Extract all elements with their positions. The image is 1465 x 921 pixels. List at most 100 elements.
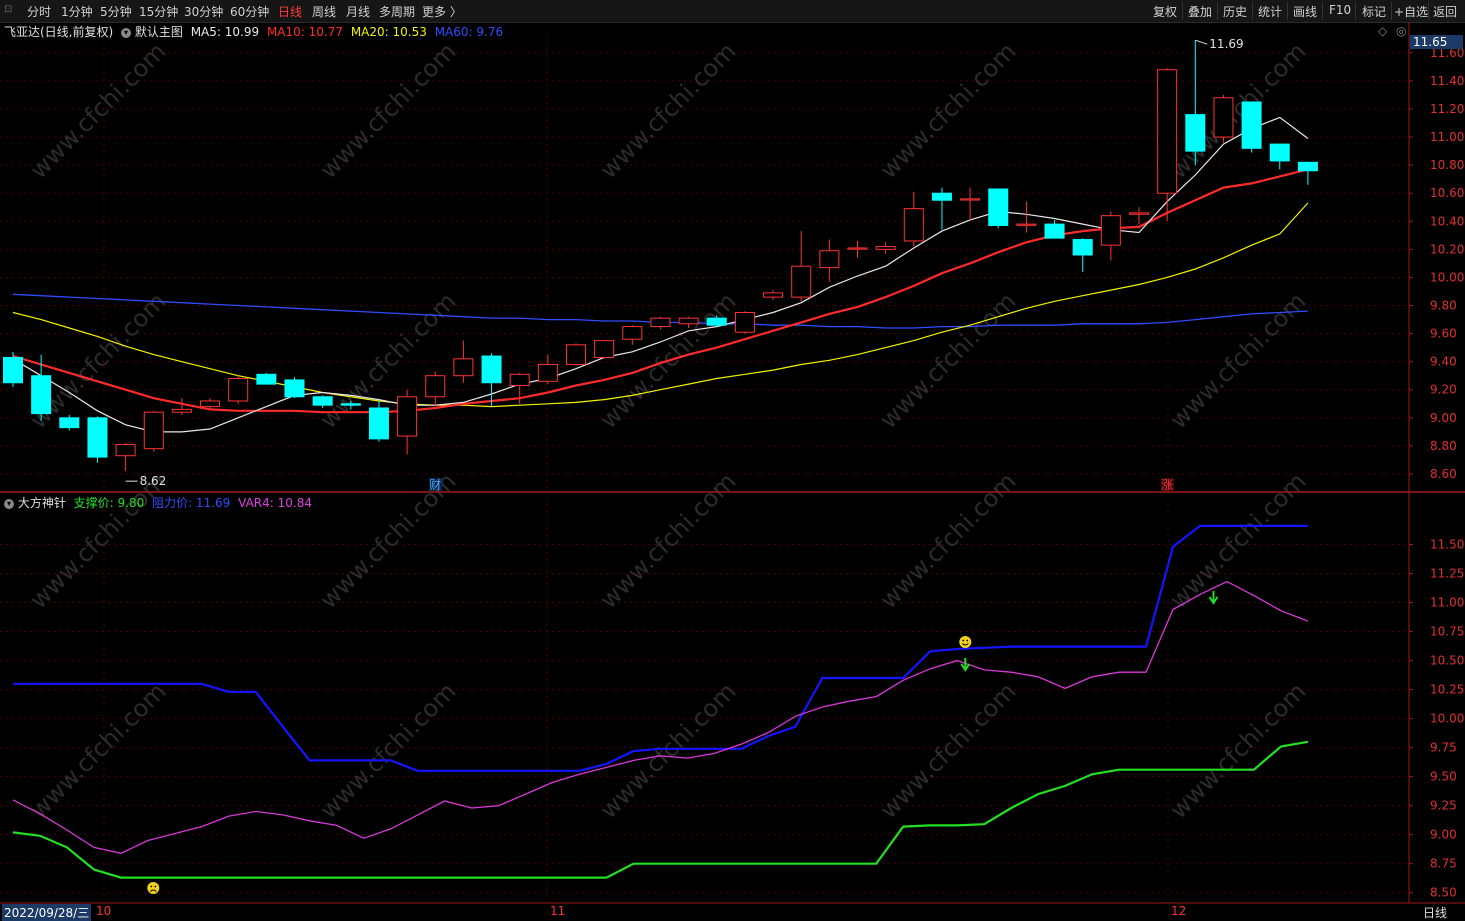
candle — [3, 351, 23, 387]
month-label-oct: 10 — [96, 904, 112, 918]
main-y-tick-label: 11.40 — [1430, 74, 1464, 88]
sell-arrow-icon — [960, 658, 971, 672]
indicator-name[interactable]: 大方神针 — [18, 496, 66, 510]
watermark-text: www.cfchi.com — [594, 37, 741, 184]
candle — [537, 354, 558, 385]
sad-face-icon-eye — [150, 885, 153, 888]
candle — [566, 343, 586, 366]
main-y-tick-label: 10.40 — [1430, 214, 1464, 228]
ma10-label: MA10: 10.77 — [266, 25, 343, 39]
candle-body — [1100, 215, 1121, 246]
candle-body — [425, 375, 446, 398]
main-y-tick-label: 9.60 — [1430, 327, 1457, 341]
ma5-label: MA5: 10.99 — [190, 25, 260, 39]
candle-body — [453, 358, 474, 377]
candle — [791, 231, 812, 302]
diamond-icon[interactable]: ◇ — [1378, 24, 1387, 38]
candle — [1213, 94, 1234, 143]
resistance-label: 阻力价: 11.69 — [152, 496, 231, 510]
smile-face-icon-eye — [962, 639, 965, 642]
sad-face-icon-face — [147, 882, 160, 894]
watermark-text: www.cfchi.com — [874, 287, 1021, 434]
candle-body — [1297, 161, 1318, 172]
ma60-label: MA60: 9.76 — [434, 25, 504, 39]
candle — [425, 371, 446, 407]
watermark-text: www.cfchi.com — [594, 467, 741, 614]
high-pointer — [1195, 39, 1208, 45]
candle-body — [509, 373, 530, 387]
candle — [875, 242, 896, 254]
candle-body — [678, 317, 699, 325]
sub-y-tick-label: 8.75 — [1430, 857, 1457, 871]
watermark-text: www.cfchi.com — [874, 37, 1021, 184]
candle — [988, 188, 1009, 229]
template-dropdown-icon[interactable]: ▾ — [121, 27, 132, 38]
candle — [397, 389, 418, 455]
candle-body — [1185, 114, 1206, 152]
main-y-tick-label: 8.80 — [1430, 439, 1457, 453]
main-y-tick-label: 9.20 — [1430, 383, 1457, 397]
candle — [960, 187, 981, 220]
candle — [87, 416, 108, 463]
candle — [368, 400, 389, 442]
candle-body — [1269, 143, 1290, 162]
candle-body — [397, 396, 418, 437]
main-y-tick-label: 10.80 — [1430, 158, 1464, 172]
candle — [847, 240, 868, 258]
candle — [31, 354, 52, 421]
template-name[interactable]: 默认主图 — [135, 25, 183, 39]
current-price-tag: 11.65 — [1410, 35, 1463, 49]
candle — [734, 311, 755, 334]
sub-y-tick-label: 9.00 — [1430, 828, 1457, 842]
candle — [1185, 40, 1206, 166]
candle — [453, 340, 474, 383]
candle — [284, 377, 305, 399]
candle-body — [1241, 101, 1262, 149]
candle-body — [31, 375, 52, 415]
candle-body — [960, 198, 981, 201]
candle — [256, 372, 277, 385]
candle — [1100, 211, 1121, 261]
candle-body — [87, 417, 108, 458]
candle-body — [256, 373, 277, 385]
candle-body — [481, 355, 502, 384]
low-annotation: 8.62 — [140, 474, 167, 488]
high-annotation: 11.69 — [1209, 37, 1243, 51]
candle-body — [734, 312, 755, 333]
candle — [1044, 219, 1065, 239]
main-y-tick-label: 10.60 — [1430, 186, 1464, 200]
candle — [1016, 201, 1037, 233]
month-label-dec: 12 — [1171, 904, 1187, 918]
date-axis-bar: 2022/09/28/三 10 11 12 日线 — [0, 903, 1465, 921]
candle-body — [791, 265, 812, 298]
candle-body — [1016, 223, 1037, 226]
sub-info-bar: ▾ 大方神针 支撑价: 9.80 阻力价: 11.69 VAR4: 10.84 — [4, 494, 312, 511]
candle-body — [1157, 69, 1178, 194]
candle-body — [650, 317, 671, 328]
candle — [228, 375, 249, 404]
main-y-tick-label: 9.40 — [1430, 355, 1457, 369]
candle — [1129, 207, 1149, 225]
sub-y-tick-label: 11.50 — [1430, 538, 1464, 552]
sub-y-tick-label: 9.75 — [1430, 741, 1457, 755]
watermark-text: www.cfchi.com — [594, 677, 741, 824]
watermark-text: www.cfchi.com — [24, 677, 171, 824]
settings-icon[interactable]: ◎ — [1396, 24, 1406, 38]
candle-body — [1129, 212, 1149, 215]
candle-body — [706, 317, 727, 326]
support-label: 支撑价: 9.80 — [73, 496, 145, 510]
rise-marker: 涨 — [1161, 477, 1173, 492]
candle-body — [340, 403, 361, 406]
candle-body — [171, 408, 192, 413]
candle-body — [1213, 97, 1234, 138]
kline-chart[interactable]: 11.6011.4011.2011.0010.8010.6010.4010.20… — [0, 0, 1465, 919]
ma20-label: MA20: 10.53 — [350, 25, 427, 39]
sub-y-tick-label: 9.50 — [1430, 770, 1457, 784]
var4-label: VAR4: 10.84 — [238, 496, 312, 510]
main-y-tick-label: 9.00 — [1430, 411, 1457, 425]
candle — [115, 443, 136, 472]
candle-body — [200, 400, 221, 408]
candle-body — [1072, 239, 1093, 256]
indicator-dropdown-icon[interactable]: ▾ — [4, 498, 14, 509]
candle-body — [143, 411, 164, 450]
